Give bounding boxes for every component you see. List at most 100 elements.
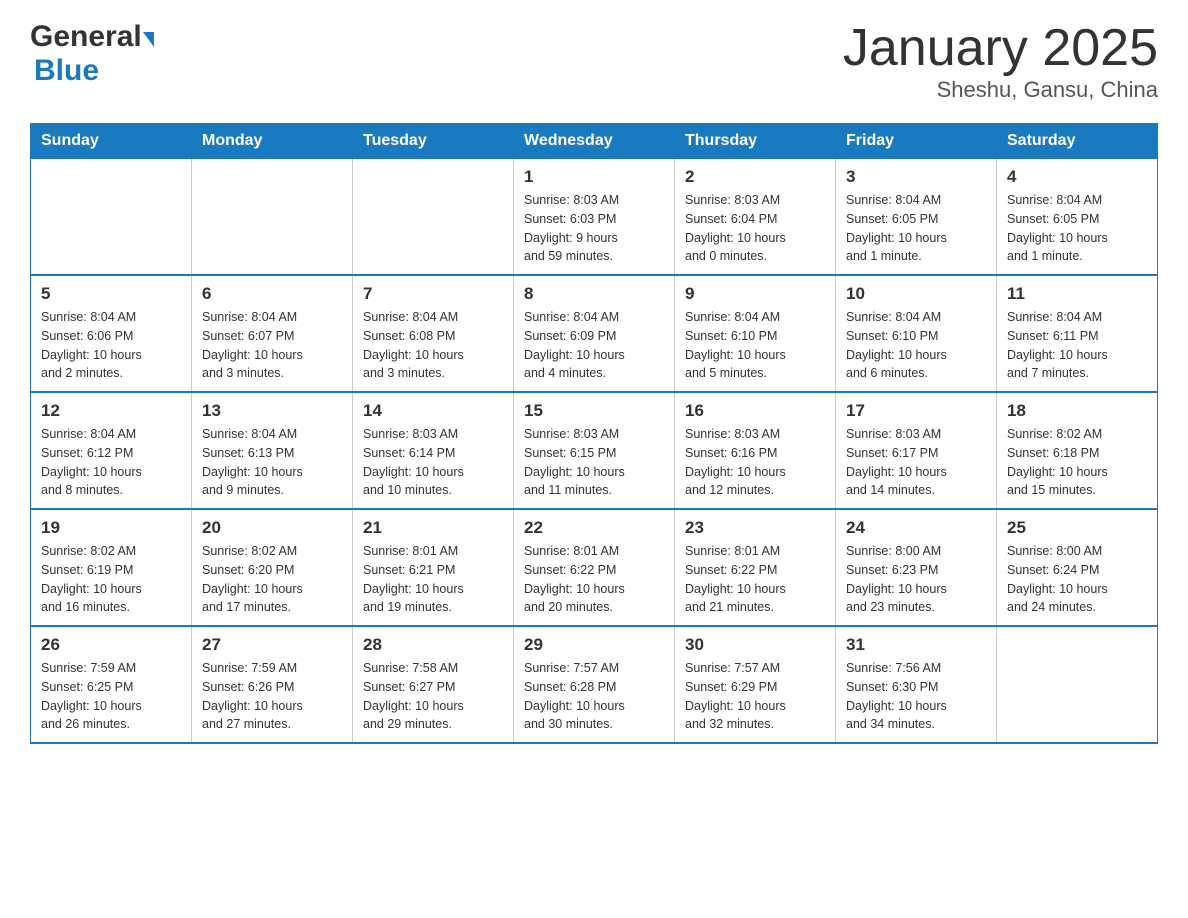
- day-info: Sunrise: 8:04 AM Sunset: 6:07 PM Dayligh…: [202, 308, 342, 383]
- day-number: 13: [202, 401, 342, 421]
- calendar-cell: 23Sunrise: 8:01 AM Sunset: 6:22 PM Dayli…: [675, 509, 836, 626]
- day-info: Sunrise: 7:59 AM Sunset: 6:26 PM Dayligh…: [202, 659, 342, 734]
- calendar-cell: 20 Sunrise: 8:02 AM Sunset: 6:20 PM Dayli…: [192, 509, 353, 626]
- calendar-cell: 31Sunrise: 7:56 AM Sunset: 6:30 PM Dayli…: [836, 626, 997, 743]
- calendar-cell: 30 Sunrise: 7:57 AM Sunset: 6:29 PM Dayli…: [675, 626, 836, 743]
- day-number: 7: [363, 284, 503, 304]
- day-number: 2: [685, 167, 825, 187]
- day-info: Sunrise: 8:03 AM Sunset: 6:15 PM Dayligh…: [524, 425, 664, 500]
- logo: General Blue: [30, 20, 154, 88]
- day-number: 14: [363, 401, 503, 421]
- day-number: 18: [1007, 401, 1147, 421]
- day-info: Sunrise: 8:04 AM Sunset: 6:05 PM Dayligh…: [846, 191, 986, 266]
- calendar-cell: 18 Sunrise: 8:02 AM Sunset: 6:18 PM Dayli…: [997, 392, 1158, 509]
- calendar-cell: 4 Sunrise: 8:04 AM Sunset: 6:05 PM Daylig…: [997, 159, 1158, 276]
- day-info: Sunrise: 8:04 AM Sunset: 6:05 PM Dayligh…: [1007, 191, 1147, 266]
- day-number: 23: [685, 518, 825, 538]
- day-info: Sunrise: 7:59 AM Sunset: 6:25 PM Dayligh…: [41, 659, 181, 734]
- logo-arrow-icon: [143, 32, 154, 47]
- calendar-cell: 17Sunrise: 8:03 AM Sunset: 6:17 PM Dayli…: [836, 392, 997, 509]
- calendar-subtitle: Sheshu, Gansu, China: [843, 77, 1158, 103]
- day-info: Sunrise: 8:04 AM Sunset: 6:10 PM Dayligh…: [846, 308, 986, 383]
- header-tuesday: Tuesday: [353, 124, 514, 159]
- day-number: 22: [524, 518, 664, 538]
- day-info: Sunrise: 8:02 AM Sunset: 6:18 PM Dayligh…: [1007, 425, 1147, 500]
- day-info: Sunrise: 8:04 AM Sunset: 6:06 PM Dayligh…: [41, 308, 181, 383]
- calendar-cell: 5 Sunrise: 8:04 AM Sunset: 6:06 PM Daylig…: [31, 275, 192, 392]
- calendar-table: SundayMondayTuesdayWednesdayThursdayFrid…: [30, 123, 1158, 744]
- calendar-cell: 13 Sunrise: 8:04 AM Sunset: 6:13 PM Dayli…: [192, 392, 353, 509]
- calendar-cell: 7 Sunrise: 8:04 AM Sunset: 6:08 PM Daylig…: [353, 275, 514, 392]
- day-info: Sunrise: 8:03 AM Sunset: 6:17 PM Dayligh…: [846, 425, 986, 500]
- header-monday: Monday: [192, 124, 353, 159]
- day-info: Sunrise: 8:01 AM Sunset: 6:22 PM Dayligh…: [524, 542, 664, 617]
- day-number: 9: [685, 284, 825, 304]
- day-number: 27: [202, 635, 342, 655]
- calendar-cell: 28Sunrise: 7:58 AM Sunset: 6:27 PM Dayli…: [353, 626, 514, 743]
- day-info: Sunrise: 7:58 AM Sunset: 6:27 PM Dayligh…: [363, 659, 503, 734]
- logo-general-text: General: [30, 20, 142, 54]
- week-row-2: 5 Sunrise: 8:04 AM Sunset: 6:06 PM Daylig…: [31, 275, 1158, 392]
- calendar-header-row: SundayMondayTuesdayWednesdayThursdayFrid…: [31, 124, 1158, 159]
- calendar-cell: 26 Sunrise: 7:59 AM Sunset: 6:25 PM Dayli…: [31, 626, 192, 743]
- calendar-cell: 24Sunrise: 8:00 AM Sunset: 6:23 PM Dayli…: [836, 509, 997, 626]
- day-number: 24: [846, 518, 986, 538]
- calendar-cell: 22 Sunrise: 8:01 AM Sunset: 6:22 PM Dayli…: [514, 509, 675, 626]
- day-info: Sunrise: 8:04 AM Sunset: 6:12 PM Dayligh…: [41, 425, 181, 500]
- calendar-cell: 1Sunrise: 8:03 AM Sunset: 6:03 PM Daylig…: [514, 159, 675, 276]
- day-info: Sunrise: 8:04 AM Sunset: 6:13 PM Dayligh…: [202, 425, 342, 500]
- day-info: Sunrise: 8:02 AM Sunset: 6:20 PM Dayligh…: [202, 542, 342, 617]
- calendar-cell: 9 Sunrise: 8:04 AM Sunset: 6:10 PM Daylig…: [675, 275, 836, 392]
- calendar-cell: 29Sunrise: 7:57 AM Sunset: 6:28 PM Dayli…: [514, 626, 675, 743]
- day-number: 30: [685, 635, 825, 655]
- day-info: Sunrise: 8:03 AM Sunset: 6:04 PM Dayligh…: [685, 191, 825, 266]
- day-info: Sunrise: 8:02 AM Sunset: 6:19 PM Dayligh…: [41, 542, 181, 617]
- calendar-cell: 11Sunrise: 8:04 AM Sunset: 6:11 PM Dayli…: [997, 275, 1158, 392]
- calendar-cell: 10 Sunrise: 8:04 AM Sunset: 6:10 PM Dayli…: [836, 275, 997, 392]
- calendar-cell: 15 Sunrise: 8:03 AM Sunset: 6:15 PM Dayli…: [514, 392, 675, 509]
- day-info: Sunrise: 8:04 AM Sunset: 6:11 PM Dayligh…: [1007, 308, 1147, 383]
- day-number: 4: [1007, 167, 1147, 187]
- title-block: January 2025 Sheshu, Gansu, China: [843, 20, 1158, 103]
- calendar-cell: 25 Sunrise: 8:00 AM Sunset: 6:24 PM Dayli…: [997, 509, 1158, 626]
- day-info: Sunrise: 8:04 AM Sunset: 6:09 PM Dayligh…: [524, 308, 664, 383]
- calendar-cell: 6 Sunrise: 8:04 AM Sunset: 6:07 PM Daylig…: [192, 275, 353, 392]
- calendar-cell: [192, 159, 353, 276]
- day-info: Sunrise: 8:03 AM Sunset: 6:03 PM Dayligh…: [524, 191, 664, 266]
- day-number: 25: [1007, 518, 1147, 538]
- day-number: 16: [685, 401, 825, 421]
- day-info: Sunrise: 7:57 AM Sunset: 6:29 PM Dayligh…: [685, 659, 825, 734]
- day-number: 19: [41, 518, 181, 538]
- calendar-cell: 12Sunrise: 8:04 AM Sunset: 6:12 PM Dayli…: [31, 392, 192, 509]
- calendar-cell: [31, 159, 192, 276]
- day-info: Sunrise: 8:00 AM Sunset: 6:24 PM Dayligh…: [1007, 542, 1147, 617]
- header-thursday: Thursday: [675, 124, 836, 159]
- day-number: 21: [363, 518, 503, 538]
- logo-blue-text: Blue: [34, 54, 99, 87]
- header-saturday: Saturday: [997, 124, 1158, 159]
- day-info: Sunrise: 8:03 AM Sunset: 6:14 PM Dayligh…: [363, 425, 503, 500]
- calendar-cell: 3 Sunrise: 8:04 AM Sunset: 6:05 PM Daylig…: [836, 159, 997, 276]
- day-info: Sunrise: 8:01 AM Sunset: 6:21 PM Dayligh…: [363, 542, 503, 617]
- calendar-cell: 27 Sunrise: 7:59 AM Sunset: 6:26 PM Dayli…: [192, 626, 353, 743]
- day-number: 8: [524, 284, 664, 304]
- calendar-cell: [997, 626, 1158, 743]
- calendar-cell: 14 Sunrise: 8:03 AM Sunset: 6:14 PM Dayli…: [353, 392, 514, 509]
- header-friday: Friday: [836, 124, 997, 159]
- week-row-5: 26 Sunrise: 7:59 AM Sunset: 6:25 PM Dayli…: [31, 626, 1158, 743]
- calendar-title: January 2025: [843, 20, 1158, 77]
- week-row-1: 1Sunrise: 8:03 AM Sunset: 6:03 PM Daylig…: [31, 159, 1158, 276]
- day-number: 6: [202, 284, 342, 304]
- day-number: 3: [846, 167, 986, 187]
- day-number: 5: [41, 284, 181, 304]
- week-row-3: 12Sunrise: 8:04 AM Sunset: 6:12 PM Dayli…: [31, 392, 1158, 509]
- day-info: Sunrise: 8:04 AM Sunset: 6:08 PM Dayligh…: [363, 308, 503, 383]
- day-number: 26: [41, 635, 181, 655]
- day-number: 31: [846, 635, 986, 655]
- calendar-cell: 2 Sunrise: 8:03 AM Sunset: 6:04 PM Daylig…: [675, 159, 836, 276]
- day-number: 15: [524, 401, 664, 421]
- day-info: Sunrise: 8:04 AM Sunset: 6:10 PM Dayligh…: [685, 308, 825, 383]
- header-sunday: Sunday: [31, 124, 192, 159]
- day-number: 10: [846, 284, 986, 304]
- day-number: 20: [202, 518, 342, 538]
